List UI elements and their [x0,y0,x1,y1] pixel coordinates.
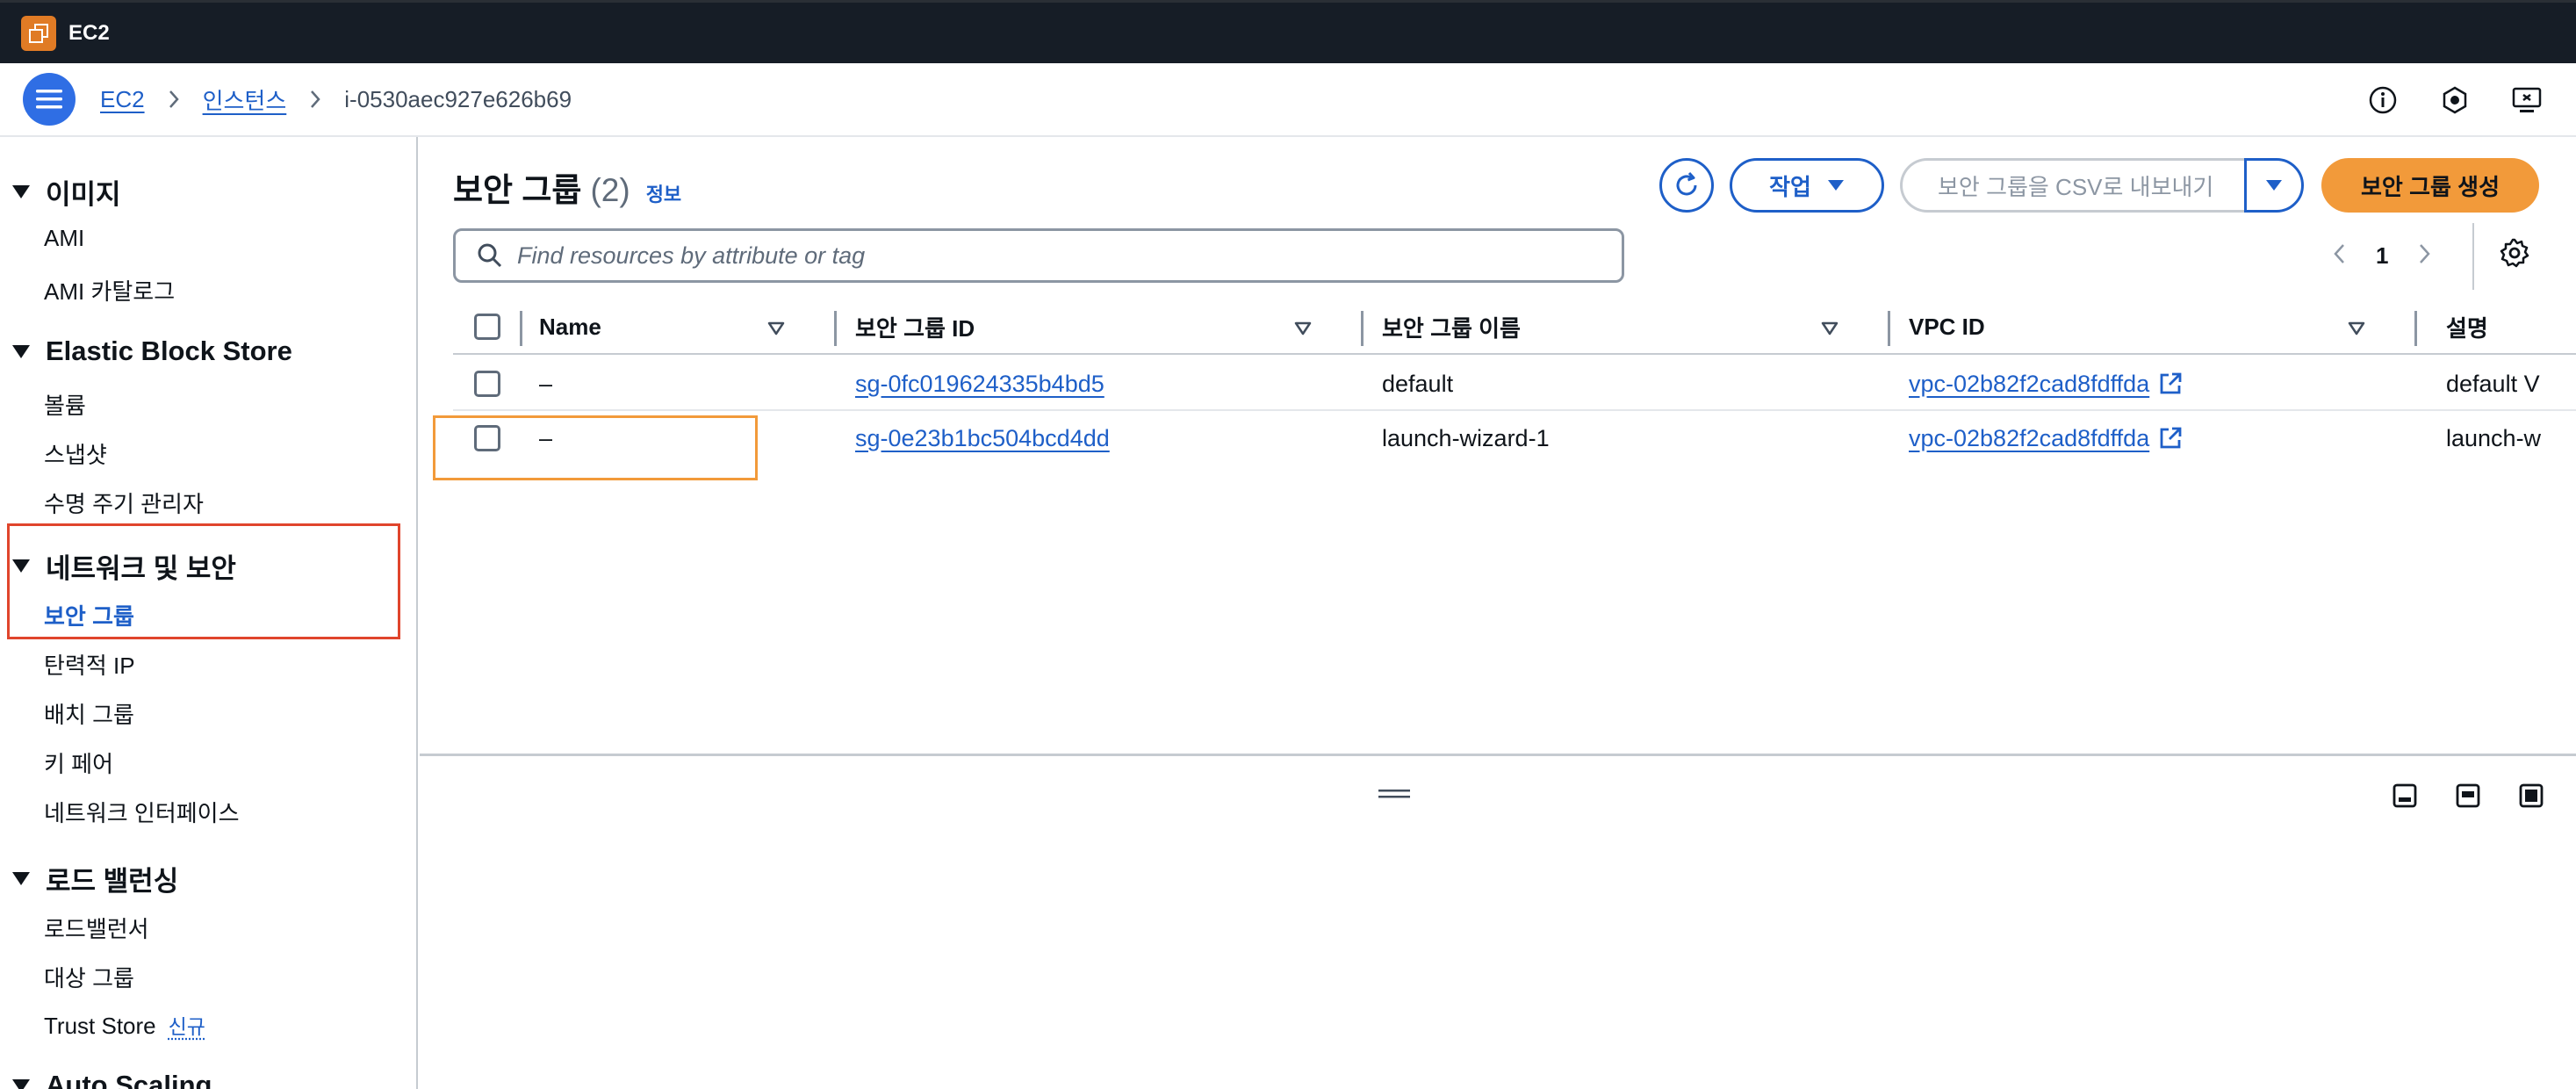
sidebar-item-ami[interactable]: AMI [44,225,84,252]
refresh-icon [1676,171,1697,196]
row-checkbox[interactable] [474,357,500,411]
caret-down-icon [2266,180,2282,191]
vpc-id-cell[interactable]: vpc-02b82f2cad8fdffda [1909,411,2183,465]
column-header-vpc-id[interactable]: VPC ID [1909,299,1985,355]
external-link-icon [2158,426,2183,451]
search-icon [478,243,502,268]
column-divider [520,311,522,346]
sidebar-item-ami-catalog[interactable]: AMI 카탈로그 [44,274,175,307]
chevron-right-icon [309,89,321,110]
column-header-name[interactable]: Name [539,299,601,355]
cell-name: – [539,370,553,397]
top-navigation-bar: EC2 [0,0,2576,63]
export-csv-field[interactable]: 보안 그룹을 CSV로 내보내기 [1900,158,2246,213]
actions-dropdown-button[interactable]: 작업 [1730,158,1884,213]
column-divider [1361,311,1364,346]
sidebar-item-network-interfaces[interactable]: 네트워크 인터페이스 [44,796,240,828]
panel-side-icon[interactable] [2455,782,2481,813]
chevron-right-icon [168,89,180,110]
item-count: (2) [590,172,630,208]
sidebar-section-ebs[interactable]: Elastic Block Store [12,335,292,367]
sort-icon[interactable] [1294,321,1312,340]
highlight-box [433,415,758,480]
caret-down-icon [12,1078,30,1089]
pagination: 1 [2332,228,2432,283]
sidebar-section-auto-scaling[interactable]: Auto Scaling [12,1070,212,1089]
page-title: 보안 그룹 (2) 정보 [453,172,682,208]
caret-down-icon [12,559,30,573]
hamburger-icon [36,90,62,109]
app-title[interactable]: EC2 [68,21,110,46]
select-all-checkbox[interactable] [474,299,500,355]
column-divider [2414,311,2417,346]
column-header-sg-id[interactable]: 보안 그룹 ID [855,299,975,355]
sidebar-item-key-pairs[interactable]: 키 페어 [44,746,113,779]
column-header-description[interactable]: 설명 [2446,299,2488,355]
vpc-id-link[interactable]: vpc-02b82f2cad8fdffda [1909,371,2149,398]
screen-feedback-icon[interactable] [2504,77,2550,123]
sidebar-item-placement-groups[interactable]: 배치 그룹 [44,697,134,730]
sidebar-section-images[interactable]: 이미지 [12,172,121,212]
column-divider [1888,311,1890,346]
create-security-group-button[interactable]: 보안 그룹 생성 [2321,158,2539,213]
table-header: Name 보안 그룹 ID 보안 그룹 이름 VPC ID 설명 [453,299,2576,355]
security-group-id-link[interactable]: sg-0fc019624335b4bd5 [855,357,1105,411]
new-badge: 신규 [168,1015,205,1038]
sidebar-item-lifecycle-manager[interactable]: 수명 주기 관리자 [44,487,204,519]
sidebar-item-target-groups[interactable]: 대상 그룹 [44,961,134,993]
column-header-sg-name[interactable]: 보안 그룹 이름 [1382,299,1521,355]
breadcrumb-current-instance: i-0530aec927e626b69 [344,85,572,112]
chevron-right-icon[interactable] [2418,242,2432,270]
caret-down-icon [12,344,30,358]
cell-description: launch-w [2446,424,2542,451]
table-row[interactable]: – sg-0e23b1bc504bcd4dd launch-wizard-1 v… [453,411,2576,465]
search-input[interactable]: Find resources by attribute or tag [453,228,1624,283]
panel-full-icon[interactable] [2518,782,2544,813]
breadcrumb-bar: EC2 인스턴스 i-0530aec927e626b69 [0,63,2576,137]
caret-down-icon [12,185,30,198]
ec2-service-icon[interactable] [21,15,56,51]
divider [2472,223,2474,290]
sort-icon[interactable] [2348,321,2365,340]
split-panel [420,754,2576,1089]
split-panel-position-tools [2392,782,2544,813]
cell-description: default V [2446,370,2540,397]
security-group-id-link[interactable]: sg-0e23b1bc504bcd4dd [855,411,1110,465]
table-row[interactable]: – sg-0fc019624335b4bd5 default vpc-02b82… [453,357,2576,411]
cell-sg-name: default [1382,370,1454,397]
notification-icon[interactable] [2432,77,2478,123]
breadcrumb-ec2[interactable]: EC2 [100,86,145,113]
caret-down-icon [1827,180,1844,191]
breadcrumb: EC2 인스턴스 i-0530aec927e626b69 [100,83,572,116]
panel-bottom-icon[interactable] [2392,782,2418,813]
gear-icon[interactable] [2499,237,2530,273]
export-dropdown-button[interactable] [2244,158,2304,213]
info-circle-icon[interactable] [2360,77,2406,123]
hamburger-menu-button[interactable] [23,73,76,126]
sort-icon[interactable] [767,321,785,340]
sidebar-section-load-balancing[interactable]: 로드 밸런싱 [12,859,178,898]
sidebar-item-volumes[interactable]: 볼륨 [44,388,86,421]
sidebar-item-elastic-ip[interactable]: 탄력적 IP [44,648,135,681]
sidebar-item-security-groups[interactable]: 보안 그룹 [44,599,134,631]
column-divider [834,311,837,346]
vpc-id-cell[interactable]: vpc-02b82f2cad8fdffda [1909,357,2183,411]
breadcrumb-instances[interactable]: 인스턴스 [203,83,287,116]
resize-handle-icon[interactable] [1378,788,1410,804]
info-link[interactable]: 정보 [646,179,681,207]
external-link-icon [2158,371,2183,396]
sidebar-item-trust-store[interactable]: Trust Store 신규 [44,1010,205,1040]
sort-icon[interactable] [1821,321,1838,340]
sidebar-item-snapshots[interactable]: 스냅샷 [44,437,107,470]
utility-tools [2360,77,2550,123]
sidebar-navigation: 이미지 AMI AMI 카탈로그 Elastic Block Store 볼륨 … [0,137,418,1089]
vpc-id-link[interactable]: vpc-02b82f2cad8fdffda [1909,425,2149,452]
sidebar-section-network-security[interactable]: 네트워크 및 보안 [12,546,236,586]
refresh-button[interactable] [1659,158,1714,213]
sidebar-item-load-balancers[interactable]: 로드밸런서 [44,912,149,944]
cell-sg-name: launch-wizard-1 [1382,424,1550,451]
page-number[interactable]: 1 [2376,242,2388,270]
chevron-left-icon[interactable] [2332,242,2346,270]
caret-down-icon [12,872,30,885]
